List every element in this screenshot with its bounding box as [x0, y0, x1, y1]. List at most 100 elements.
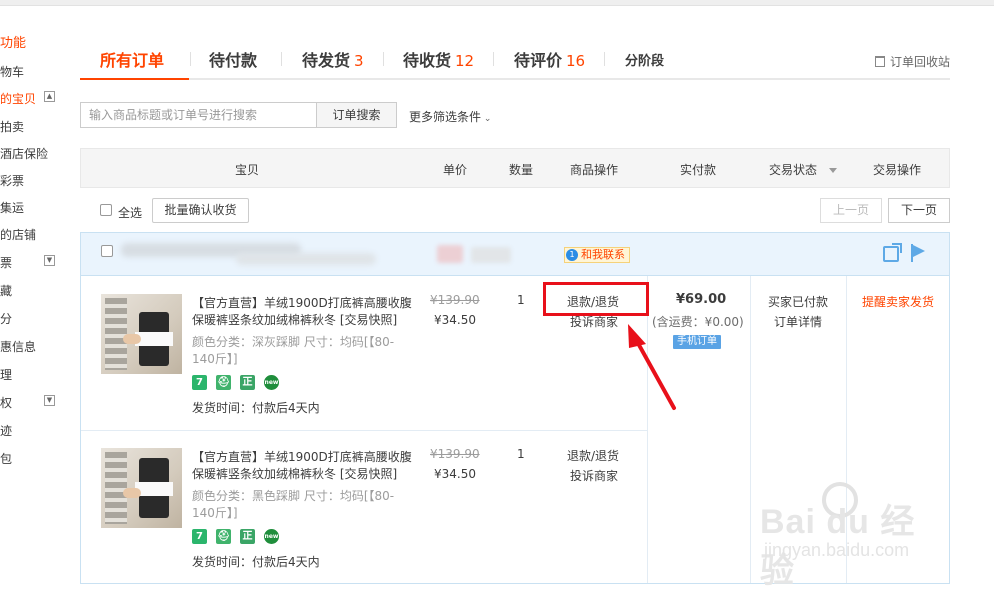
order-status: 买家已付款: [768, 295, 829, 309]
watermark-url: jingyan.baidu.com: [764, 540, 910, 560]
contact-seller-button[interactable]: 1 和我联系: [564, 247, 630, 263]
tab-label: 待收货: [403, 51, 452, 70]
search-button[interactable]: 订单搜索: [316, 102, 397, 128]
prev-page-button[interactable]: 上一页: [820, 198, 882, 223]
col-item: 宝贝: [235, 163, 260, 177]
quantity: 1: [517, 293, 525, 307]
sidebar-heading: 功能: [0, 36, 27, 51]
tab-divider: [190, 52, 191, 66]
sidebar-item-coupons[interactable]: 惠信息: [0, 338, 36, 355]
expand-icon[interactable]: ▼: [44, 395, 55, 406]
share-icon[interactable]: [883, 243, 902, 262]
product-image[interactable]: [101, 448, 182, 528]
image-detail: [123, 334, 141, 344]
more-filters-dropdown[interactable]: 更多筛选条件 ⌄: [409, 108, 491, 125]
active-tab-indicator: [80, 78, 189, 80]
sidebar-item-cart[interactable]: 物车: [0, 63, 24, 80]
total-paid: ¥69.00: [676, 292, 727, 307]
sidebar-item-my-shop[interactable]: 的店铺: [0, 226, 36, 243]
authentic-icon[interactable]: 正: [240, 375, 255, 390]
col-status[interactable]: 交易状态: [769, 161, 838, 178]
product-sku: 颜色分类：黑色踩脚 尺寸：均码[【80-140斤】]: [192, 489, 395, 520]
recycle-bin-link[interactable]: 订单回收站: [874, 53, 950, 70]
ship-time: 发货时间：付款后4天内: [192, 555, 320, 569]
tmall-cat-icon[interactable]: new: [264, 529, 279, 544]
trash-icon: [874, 56, 885, 67]
refund-return-link[interactable]: 退款/退货: [567, 447, 619, 464]
product-title-link[interactable]: 【官方直营】羊绒1900D打底裤高腰收腹保暖裤竖条纹加绒棉裤秋冬 [交易快照]: [192, 449, 412, 483]
sidebar-item-points[interactable]: 分: [0, 310, 12, 327]
sidebar-item-my-items[interactable]: 的宝贝: [0, 90, 36, 107]
tab-label: 所有订单: [100, 51, 165, 70]
complain-seller-link[interactable]: 投诉商家: [570, 467, 618, 484]
sidebar-item-wallet[interactable]: 包: [0, 450, 12, 467]
sidebar-item-manage[interactable]: 理: [0, 366, 12, 383]
tab-divider: [604, 52, 605, 66]
seven-day-return-icon[interactable]: 7: [192, 529, 207, 544]
product-title-link[interactable]: 【官方直营】羊绒1900D打底裤高腰收腹保暖裤竖条纹加绒棉裤秋冬 [交易快照]: [192, 295, 412, 329]
col-paid: 实付款: [680, 163, 717, 177]
sidebar-item-footprint[interactable]: 迹: [0, 422, 12, 439]
redacted-shop-icon: [437, 245, 463, 263]
divider: [81, 430, 647, 431]
tab-unpaid[interactable]: 待付款: [209, 47, 257, 71]
shopping-bag-icon[interactable]: ⛑: [216, 529, 231, 544]
redacted-shop-name: [471, 247, 511, 263]
tab-label: 待发货: [302, 51, 351, 70]
tab-to-ship[interactable]: 待发货 3: [302, 47, 364, 71]
product-sku: 颜色分类：深灰踩脚 尺寸：均码[【80-140斤】]: [192, 335, 395, 366]
col-status-label: 交易状态: [769, 163, 818, 177]
flag-icon[interactable]: [911, 244, 927, 262]
baidu-watermark: Bai du 经验 jingyan.baidu.com: [760, 482, 950, 589]
image-detail: [105, 452, 127, 524]
sidebar-item-rights[interactable]: 权: [0, 394, 12, 411]
seven-day-return-icon[interactable]: 7: [192, 375, 207, 390]
remind-seller-ship-link[interactable]: 提醒卖家发货: [862, 293, 934, 310]
divider: [750, 276, 751, 583]
order-tabs: 所有订单 待付款 待发货 3 待收货 12 待评价 16 分阶段 订单回收站: [80, 40, 950, 80]
sidebar-item-favorites[interactable]: 藏: [0, 282, 12, 299]
tab-to-receive[interactable]: 待收货 12: [403, 47, 474, 71]
authentic-icon[interactable]: 正: [240, 529, 255, 544]
table-header: 宝贝 单价 数量 商品操作 实付款 交易状态 交易操作: [80, 148, 950, 188]
tab-count: 3: [354, 52, 364, 70]
flag-cloth: [913, 245, 925, 257]
contact-label: 和我联系: [581, 248, 625, 261]
top-bar: [0, 0, 994, 6]
tab-stage[interactable]: 分阶段: [625, 50, 664, 69]
tab-all-orders[interactable]: 所有订单: [100, 47, 164, 71]
tmall-cat-icon[interactable]: new: [264, 375, 279, 390]
collapse-icon[interactable]: ▲: [44, 91, 55, 102]
image-detail: [105, 298, 127, 370]
tab-divider: [383, 52, 384, 66]
annotation-arrow-icon: [628, 324, 676, 410]
more-filters-label: 更多筛选条件: [409, 110, 482, 124]
order-header: 1 和我联系: [81, 233, 949, 276]
shopping-bag-icon[interactable]: ⛑: [216, 375, 231, 390]
sidebar-item-lottery[interactable]: 彩票: [0, 172, 24, 189]
select-all-label: 全选: [118, 206, 143, 220]
search-input[interactable]: [80, 102, 317, 128]
sidebar-item-consolidated[interactable]: 集运: [0, 199, 24, 216]
expand-icon[interactable]: ▼: [44, 255, 55, 266]
sort-down-icon: [829, 168, 838, 173]
tab-to-review[interactable]: 待评价 16: [514, 47, 585, 71]
sidebar-item-auction[interactable]: 拍卖: [0, 118, 24, 135]
redacted-order-info: [236, 253, 376, 265]
ship-time: 发货时间：付款后4天内: [192, 401, 320, 415]
chat-icon: 1: [566, 249, 578, 261]
sidebar-item-tickets[interactable]: 票: [0, 254, 12, 271]
select-all-checkbox[interactable]: [100, 204, 112, 216]
tab-count: 12: [455, 52, 475, 70]
order-detail-link[interactable]: 订单详情: [774, 313, 822, 330]
tab-label: 分阶段: [625, 54, 665, 69]
unit-price: ¥34.50: [434, 313, 476, 327]
original-price: ¥139.90: [430, 447, 480, 461]
product-image[interactable]: [101, 294, 182, 374]
next-page-button[interactable]: 下一页: [888, 198, 950, 223]
order-checkbox[interactable]: [101, 245, 113, 257]
batch-confirm-button[interactable]: 批量确认收货: [152, 198, 249, 223]
unit-price: ¥34.50: [434, 467, 476, 481]
sidebar-item-hotel-insurance[interactable]: 酒店保险: [0, 145, 48, 162]
chevron-down-icon: ⌄: [481, 114, 492, 124]
